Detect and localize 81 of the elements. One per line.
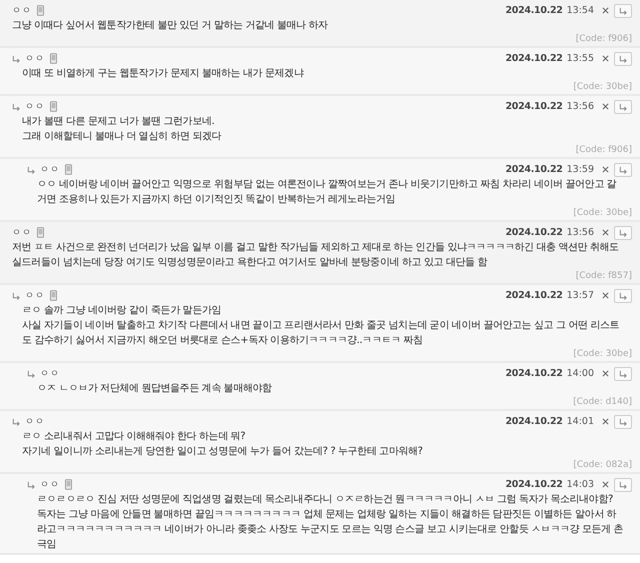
comment-date: 2024.10.22 [506, 53, 563, 64]
reply-arrow-icon [12, 292, 20, 300]
delete-button[interactable] [602, 6, 610, 14]
user-code: [Code: 30be] [572, 81, 632, 93]
delete-button[interactable] [602, 292, 610, 300]
comment-text: 그냥 이때다 싶어서 웹툰작가한테 불만 있던 거 말하는 거같네 불매나 하자 [12, 19, 329, 33]
author-name: ㅇㅇ [25, 416, 45, 428]
comment-date: 2024.10.22 [506, 101, 563, 112]
comment-time: 14:01 [566, 416, 594, 427]
reply-arrow-icon [619, 102, 627, 110]
reply-arrow-icon [12, 418, 20, 426]
reply-arrow-icon [619, 54, 627, 62]
reply-button[interactable] [614, 288, 632, 302]
comment-time: 13:59 [566, 164, 594, 175]
delete-button[interactable] [602, 166, 610, 174]
user-code: [Code: 30be] [572, 207, 632, 219]
comment-text: 이때 또 비열하게 구는 웹툰작가가 문제지 불매하는 내가 문제겠냐 [22, 67, 305, 81]
comment-time: 13:56 [566, 101, 594, 112]
comment-date: 2024.10.22 [506, 164, 563, 175]
comment-date: 2024.10.22 [506, 368, 563, 379]
comment-date: 2024.10.22 [506, 5, 563, 16]
comment-time: 14:00 [566, 368, 594, 379]
comment-text: 내가 볼땐 다른 문제고 너가 볼땐 그런가보네. [22, 115, 216, 129]
reply-button[interactable] [614, 366, 632, 380]
author-name: ㅇㅇ [40, 164, 60, 176]
comment-text: ㄹㅇ 소리내줘서 고맙다 이해해줘야 한다 하는데 뭐? [22, 430, 246, 444]
delete-button[interactable] [602, 102, 610, 110]
user-code: [Code: f906] [574, 144, 632, 156]
reply-button[interactable] [614, 162, 632, 176]
user-code: [Code: f906] [574, 33, 632, 45]
comment-text: 사실 자기들이 네이버 탈출하고 차기작 다른데서 내면 끝이고 프리랜서라서 만화 줄곳 넘치는데 굳이 네이버 끌어안고는 싶고 그 어떤 리스트도 감수하기 싫어서 지금까지 해오던 버릇대로 슨스+독자 이용하기ㅋㅋㅋㅋ걍..ㅋㅋㅌㅋ 짜침 [22, 319, 620, 348]
author-name: ㅇㅇ [40, 368, 60, 380]
reply-arrow-icon [619, 480, 627, 488]
comment-time: 13:56 [566, 227, 594, 238]
reply-arrow-icon [619, 418, 627, 426]
comment-text: 저번 ㅍㅌ 사건으로 완전히 넌더리가 났음 일부 이름 걸고 말한 작가님들 제외하고 제대로 하는 인간들 있냐ㅋㅋㅋㅋㅋ하긴 대충 액션만 취해도 실드러들이 넘치는데 당장 여기도 익명성명문이라고 욕한다고 여기서도 알바네 분탕중이네 하고 있고 대단들 함 [12, 241, 620, 270]
comment-date: 2024.10.22 [506, 290, 563, 301]
delete-button[interactable] [602, 370, 610, 378]
author-name: ㅇㅇ [12, 227, 32, 239]
comment-time: 13:54 [566, 5, 594, 16]
reply-arrow-icon [27, 480, 35, 488]
delete-button[interactable] [602, 228, 610, 236]
reply-arrow-icon [27, 370, 35, 378]
author-name: ㅇㅇ [40, 479, 60, 491]
reply-arrow-icon [619, 6, 627, 14]
comment-time: 14:03 [566, 479, 594, 490]
comment-date: 2024.10.22 [506, 416, 563, 427]
reply-button[interactable] [614, 52, 632, 66]
comment-time: 13:57 [566, 290, 594, 301]
author-name: ㅇㅇ [25, 53, 45, 65]
reply-button[interactable] [614, 100, 632, 114]
reply-arrow-icon [619, 370, 627, 378]
delete-button[interactable] [602, 418, 610, 426]
reply-arrow-icon [27, 166, 35, 174]
comment-date: 2024.10.22 [506, 227, 563, 238]
delete-button[interactable] [602, 54, 610, 62]
comment-time: 13:55 [566, 53, 594, 64]
comment-text: ㅇㅈ ㄴㅇㅂ가 저단체에 뭔답변을주든 계속 불매해야함 [37, 382, 273, 396]
user-code: [Code: f857] [574, 270, 632, 282]
user-code: [Code: 30be] [572, 348, 632, 360]
reply-arrow-icon [12, 102, 20, 110]
comment-text: ㄹㅇ 솔까 그냥 네이버랑 같이 죽든가 말든가임 [22, 304, 222, 318]
reply-button[interactable] [614, 226, 632, 240]
comment-text: 자기네 일이니까 소리내는게 당연한 일이고 성명문에 누가 들어 갔는데? ? 누구한테 고마워해? [22, 445, 424, 459]
reply-arrow-icon [12, 54, 20, 62]
reply-arrow-icon [619, 228, 627, 236]
reply-button[interactable] [614, 414, 632, 428]
comment-text: 그래 이해할테니 불매나 더 열심히 하면 되겠다 [22, 130, 222, 144]
delete-button[interactable] [602, 480, 610, 488]
comment-text: ㄹㅇㄹㅇㄹㅇ 진심 저딴 성명문에 직업생명 걸렸는데 목소리내주다니 ㅇㅈㄹ하는건 뭔ㅋㅋㅋㅋㅋ아니 ㅅㅂ 그럼 독자가 목소리내야함? 독자는 그냥 마음에 안들면 불매하면 끝임ㅋㅋㅋㅋㅋㅋㅋㅋㅋ 업체 문제는 업체랑 일하는 지들이 해결하든 담판짓든 이별하든 알아서 하라고ㅋㅋㅋㅋㅋㅋㅋㅋㅋㅋㅋ 네이버가 아니라 좆좆소 사장도 누군지도 모르는 익명 슨스글 보고 시키는대로 안할듯 ㅅㅂㅋㅋ걍 모든게 촌극임 [37, 493, 624, 552]
reply-arrow-icon [619, 292, 627, 300]
author-name: ㅇㅇ [25, 290, 45, 302]
reply-button[interactable] [614, 478, 632, 492]
user-code: [Code: 082a] [572, 459, 632, 471]
reply-button[interactable] [614, 4, 632, 18]
author-name: ㅇㅇ [25, 101, 45, 113]
comment-date: 2024.10.22 [506, 479, 563, 490]
user-code: [Code: d140] [572, 396, 632, 408]
reply-arrow-icon [619, 166, 627, 174]
author-name: ㅇㅇ [12, 5, 32, 17]
comment-text: ㅇㅇ 네이버랑 네이버 끌어안고 익명으로 위험부담 없는 여론전이나 깔짝여보는거 존나 비웃기기만하고 짜침 차라리 네이버 끌어안고 갈거면 조용히나 있든가 지금까지 하던 이기적인짓 똑같이 반복하는거 레게노라는거임 [37, 178, 618, 207]
